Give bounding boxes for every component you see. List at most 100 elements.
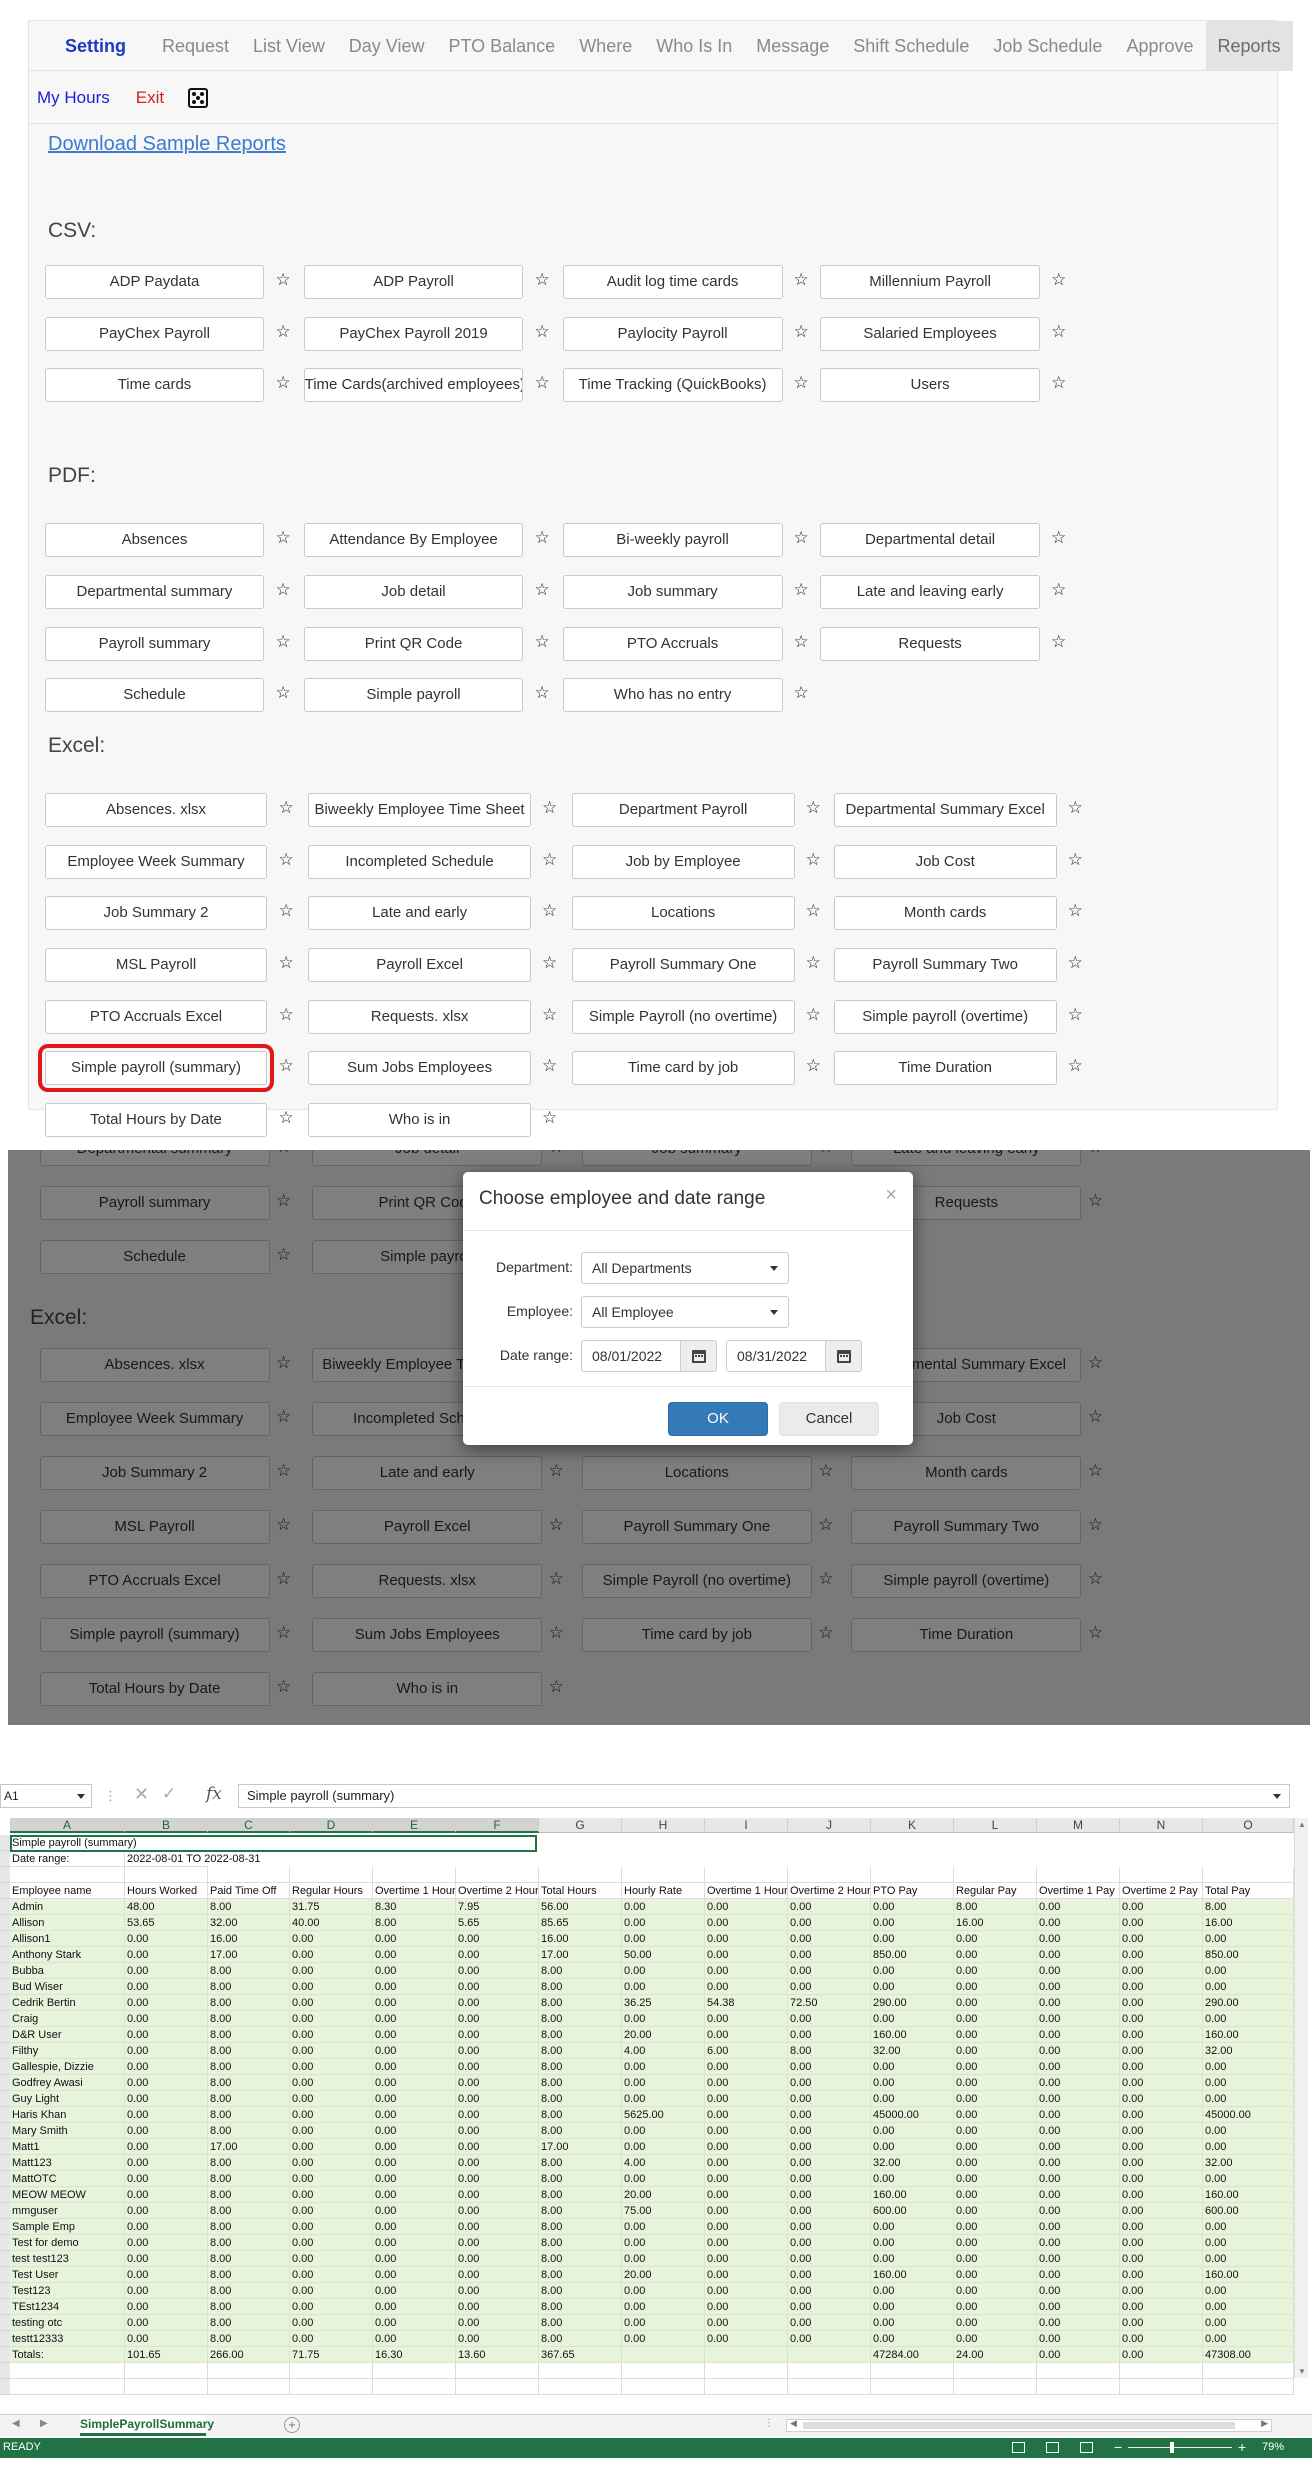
- cell[interactable]: 36.25: [622, 1995, 705, 2011]
- cell[interactable]: 0.00: [788, 2107, 871, 2123]
- cell[interactable]: 0.00: [1037, 2347, 1120, 2363]
- star-icon[interactable]: ☆: [1051, 581, 1066, 598]
- cell[interactable]: 0.00: [290, 1979, 373, 1995]
- cell[interactable]: 8.00: [539, 2283, 622, 2299]
- cell[interactable]: 0.00: [373, 2187, 456, 2203]
- report-button-simple-payroll-no-overtime[interactable]: Simple Payroll (no overtime): [571, 999, 795, 1034]
- cell[interactable]: 8.00: [208, 2283, 290, 2299]
- cell[interactable]: 0.00: [705, 1899, 788, 1915]
- cell[interactable]: 0.00: [125, 2123, 208, 2139]
- cell[interactable]: 0.00: [456, 2315, 539, 2331]
- cell[interactable]: 0.00: [871, 2251, 954, 2267]
- report-button-absences[interactable]: Absences: [44, 523, 265, 558]
- cell[interactable]: 8.00: [208, 2299, 290, 2315]
- star-icon[interactable]: ☆: [794, 529, 809, 546]
- cell[interactable]: 0.00: [373, 1947, 456, 1963]
- cell[interactable]: testt12333: [10, 2331, 125, 2347]
- row-header[interactable]: [0, 2107, 10, 2123]
- cell[interactable]: 0.00: [456, 2027, 539, 2043]
- cell[interactable]: 0.00: [1120, 2219, 1203, 2235]
- cell[interactable]: 0.00: [705, 2267, 788, 2283]
- cell[interactable]: 0.00: [456, 2123, 539, 2139]
- cell[interactable]: 0.00: [125, 2315, 208, 2331]
- cell[interactable]: 0.00: [954, 2155, 1037, 2171]
- cell[interactable]: 0.00: [456, 2203, 539, 2219]
- cell[interactable]: 85.65: [539, 1915, 622, 1931]
- cell[interactable]: 16.00: [954, 1915, 1037, 1931]
- cell[interactable]: 0.00: [1120, 2139, 1203, 2155]
- cell[interactable]: 0.00: [954, 2315, 1037, 2331]
- cell[interactable]: 0.00: [622, 1979, 705, 1995]
- cell[interactable]: 0.00: [373, 2203, 456, 2219]
- cell[interactable]: 0.00: [871, 2299, 954, 2315]
- cell[interactable]: [125, 2363, 208, 2379]
- cell[interactable]: 0.00: [125, 2155, 208, 2171]
- cell[interactable]: 0.00: [125, 2171, 208, 2187]
- cell[interactable]: MEOW MEOW: [10, 2187, 125, 2203]
- cell[interactable]: 160.00: [871, 2187, 954, 2203]
- cell[interactable]: Mary Smith: [10, 2123, 125, 2139]
- department-select[interactable]: All Departments: [581, 1252, 789, 1284]
- normal-view-icon[interactable]: [1012, 2442, 1025, 2453]
- row-header[interactable]: [0, 2011, 10, 2027]
- star-icon[interactable]: ☆: [535, 684, 550, 701]
- cell[interactable]: Hours Worked: [125, 1883, 208, 1899]
- star-icon[interactable]: ☆: [275, 271, 290, 288]
- cell[interactable]: 0.00: [705, 2187, 788, 2203]
- row-header[interactable]: [0, 2091, 10, 2107]
- row-header[interactable]: [0, 2363, 10, 2379]
- cell[interactable]: 266.00: [208, 2347, 290, 2363]
- star-icon[interactable]: ☆: [1051, 529, 1066, 546]
- report-button-biweekly-employee-time-sheet[interactable]: Biweekly Employee Time Sheet: [308, 793, 531, 828]
- cell[interactable]: 0.00: [373, 2011, 456, 2027]
- row-header[interactable]: [0, 1867, 10, 1883]
- star-icon[interactable]: ☆: [535, 581, 550, 598]
- cell[interactable]: 0.00: [125, 2251, 208, 2267]
- cell[interactable]: 0.00: [1120, 1915, 1203, 1931]
- cell[interactable]: 0.00: [1037, 2203, 1120, 2219]
- report-button-time-cards[interactable]: Time cards: [44, 368, 265, 403]
- cell[interactable]: Overtime 2 Hourly: [788, 1883, 871, 1899]
- cell[interactable]: 0.00: [125, 2059, 208, 2075]
- cell[interactable]: 0.00: [1037, 1979, 1120, 1995]
- cell[interactable]: [1203, 2363, 1294, 2379]
- cell[interactable]: 0.00: [622, 2235, 705, 2251]
- cell[interactable]: 0.00: [373, 2075, 456, 2091]
- cell[interactable]: [290, 2363, 373, 2379]
- cell[interactable]: 0.00: [788, 1979, 871, 1995]
- cell[interactable]: 8.00: [208, 2091, 290, 2107]
- cell[interactable]: [954, 1867, 1037, 1883]
- cell[interactable]: 0.00: [788, 2203, 871, 2219]
- cell[interactable]: 0.00: [1037, 2043, 1120, 2059]
- cell[interactable]: 0.00: [788, 1947, 871, 1963]
- cell[interactable]: 0.00: [373, 1931, 456, 1947]
- cell[interactable]: 4.00: [622, 2155, 705, 2171]
- cell[interactable]: 0.00: [622, 2299, 705, 2315]
- cell[interactable]: 0.00: [290, 1995, 373, 2011]
- cell[interactable]: 0.00: [290, 1963, 373, 1979]
- cell[interactable]: 53.65: [125, 1915, 208, 1931]
- cell[interactable]: 0.00: [373, 1979, 456, 1995]
- cell[interactable]: 0.00: [1203, 1931, 1294, 1947]
- cell[interactable]: 8.00: [539, 2155, 622, 2171]
- cell[interactable]: 0.00: [954, 2171, 1037, 2187]
- cell[interactable]: 0.00: [1037, 2155, 1120, 2171]
- cell[interactable]: 0.00: [622, 2251, 705, 2267]
- cell[interactable]: Allison1: [10, 1931, 125, 1947]
- cell[interactable]: 0.00: [1037, 2267, 1120, 2283]
- star-icon[interactable]: ☆: [806, 1057, 821, 1074]
- row-header[interactable]: [0, 2315, 10, 2331]
- cell[interactable]: 56.00: [539, 1899, 622, 1915]
- insert-function-icon[interactable]: fx: [206, 1784, 222, 1804]
- cell[interactable]: Guy Light: [10, 2091, 125, 2107]
- report-button-job-by-employee[interactable]: Job by Employee: [571, 844, 795, 879]
- cell[interactable]: [373, 1867, 456, 1883]
- star-icon[interactable]: ☆: [535, 374, 550, 391]
- cell[interactable]: 8.00: [539, 2299, 622, 2315]
- cell[interactable]: Overtime 1 Hourly: [705, 1883, 788, 1899]
- cell[interactable]: 8.00: [208, 1995, 290, 2011]
- cell[interactable]: 0.00: [456, 2107, 539, 2123]
- cell[interactable]: 0.00: [290, 2075, 373, 2091]
- cell[interactable]: 0.00: [1120, 2331, 1203, 2347]
- row-header[interactable]: [0, 2027, 10, 2043]
